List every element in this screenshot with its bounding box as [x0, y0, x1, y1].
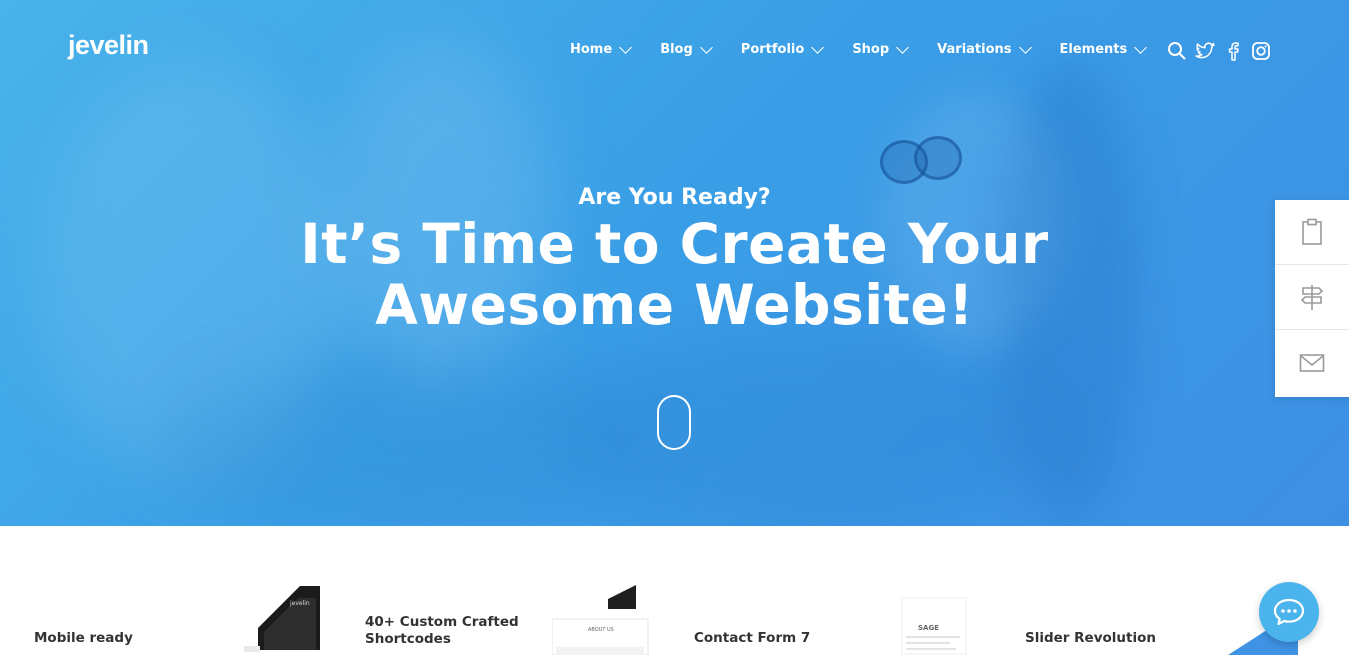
search-icon[interactable]	[1166, 40, 1188, 62]
instagram-icon[interactable]	[1250, 40, 1272, 62]
hero-headline-line-1: It’s Time to Create Your	[300, 212, 1049, 276]
facebook-icon[interactable]	[1222, 40, 1244, 62]
nav-portfolio-label: Portfolio	[740, 42, 805, 57]
site-logo[interactable]: jevelin	[68, 30, 149, 61]
header-icons	[1166, 40, 1278, 62]
chevron-down-icon	[1134, 40, 1148, 54]
mockup-message-heading: SAGE	[918, 624, 939, 632]
nav-shop[interactable]: Shop	[852, 40, 910, 57]
phone-mockup-logo: jevelin	[290, 600, 310, 607]
nav-blog[interactable]: Blog	[660, 40, 713, 57]
chevron-down-icon	[619, 40, 633, 54]
nav-elements-label: Elements	[1059, 42, 1128, 57]
chat-bubble-icon	[1273, 598, 1305, 626]
feature-shortcodes: 40+ Custom Crafted Shortcodes	[365, 614, 519, 648]
signpost-icon[interactable]	[1275, 265, 1349, 330]
clipboard-icon[interactable]	[1275, 200, 1349, 265]
hero-headline-line-2: Awesome Website!	[375, 273, 974, 337]
chat-button[interactable]	[1259, 582, 1319, 642]
nav-variations-label: Variations	[937, 42, 1012, 57]
mail-icon[interactable]	[1275, 330, 1349, 395]
contact-form-mockup-image: SAGE	[900, 596, 970, 655]
nav-blog-label: Blog	[660, 42, 693, 57]
main-nav: Home Blog Portfolio Shop Variations Elem…	[570, 40, 1175, 57]
nav-portfolio[interactable]: Portfolio	[740, 40, 825, 57]
mockup-about-tab: ABOUT US	[588, 627, 614, 633]
nav-home[interactable]: Home	[570, 40, 633, 57]
nav-elements[interactable]: Elements	[1059, 40, 1148, 57]
feature-slider-revolution: Slider Revolution	[1025, 630, 1156, 646]
feature-contact-form: Contact Form 7	[694, 630, 811, 646]
feature-mobile-ready: Mobile ready	[34, 630, 133, 646]
phone-mockup-image: jevelin	[238, 586, 328, 655]
chevron-down-icon	[811, 40, 825, 54]
nav-variations[interactable]: Variations	[937, 40, 1032, 57]
side-panel	[1275, 200, 1349, 397]
twitter-icon[interactable]	[1194, 40, 1216, 62]
mouse-icon[interactable]	[657, 395, 691, 450]
shortcodes-mockup-image: ABOUT US	[551, 585, 652, 655]
hero-background-shape	[150, 360, 650, 526]
feature-shortcodes-line-1: 40+ Custom Crafted	[365, 614, 519, 630]
chevron-down-icon	[699, 40, 713, 54]
nav-home-label: Home	[570, 42, 613, 57]
hero-eyebrow: Are You Ready?	[578, 185, 771, 210]
nav-shop-label: Shop	[852, 42, 890, 57]
chevron-down-icon	[896, 40, 910, 54]
chevron-down-icon	[1018, 40, 1032, 54]
hero-headline: It’s Time to Create Your Awesome Website…	[0, 214, 1349, 336]
feature-shortcodes-line-2: Shortcodes	[365, 631, 451, 647]
hero-section: jevelin Home Blog Portfolio Shop Variati…	[0, 0, 1349, 526]
